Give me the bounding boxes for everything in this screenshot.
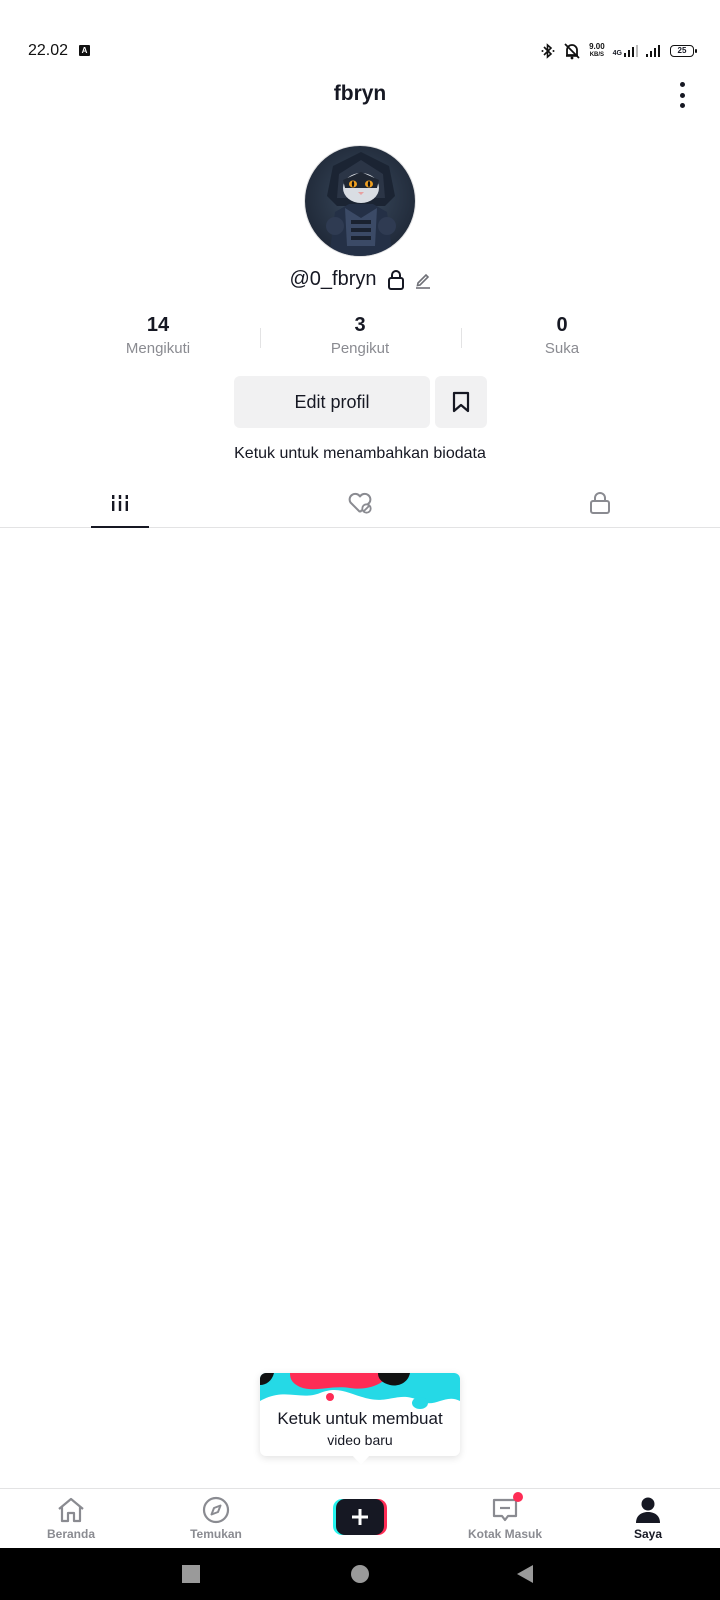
tooltip-arrow [352, 1455, 370, 1465]
notification-dot [513, 1492, 523, 1502]
tab-private[interactable] [540, 478, 660, 528]
likes-label: Suka [544, 340, 580, 357]
nav-discover[interactable]: Temukan [161, 1495, 271, 1545]
system-nav-bar [0, 1548, 720, 1600]
bluetooth-icon [541, 43, 555, 59]
back-triangle-icon [517, 1565, 533, 1583]
profile-icon [633, 1495, 663, 1525]
dot [679, 103, 685, 108]
tab-videos[interactable] [60, 478, 180, 528]
add-bio-link[interactable]: Ketuk untuk menambahkan biodata [0, 445, 720, 463]
nav-discover-label: Temukan [190, 1527, 242, 1541]
followers-label: Pengikut [330, 340, 390, 357]
liked-hidden-icon [348, 492, 372, 514]
avatar[interactable] [304, 145, 416, 257]
tab-liked[interactable] [300, 478, 420, 528]
lock-icon [590, 492, 610, 514]
app-notification-icon: A [79, 45, 90, 56]
dot [679, 92, 685, 98]
videos-grid-icon [112, 495, 128, 511]
tooltip-subtitle: video baru [327, 1432, 393, 1448]
battery-icon: 25 [670, 45, 697, 57]
stat-followers[interactable]: 3 Pengikut [260, 314, 460, 357]
plus-icon [333, 1499, 387, 1535]
stat-likes[interactable]: 0 Suka [462, 314, 662, 357]
create-video-tooltip[interactable]: Ketuk untuk membuat video baru [260, 1373, 460, 1465]
profile-stats: 14 Mengikuti 3 Pengikut 0 Suka [0, 314, 720, 364]
back-button[interactable] [516, 1564, 534, 1589]
nav-inbox-label: Kotak Masuk [467, 1527, 543, 1541]
lock-icon [387, 269, 404, 290]
stat-following[interactable]: 14 Mengikuti [58, 314, 258, 357]
signal-icon [646, 45, 660, 57]
followers-count: 3 [354, 314, 366, 336]
tooltip-title: Ketuk untuk membuat [277, 1409, 443, 1428]
active-tab-indicator [91, 526, 149, 528]
tooltip-splash-art [260, 1373, 460, 1413]
following-count: 14 [146, 314, 170, 336]
home-button[interactable] [351, 1565, 369, 1583]
likes-count: 0 [556, 314, 568, 336]
bookmark-icon [452, 391, 470, 413]
net-speed: 9.00 KB/S [589, 42, 605, 59]
edit-profile-button[interactable]: Edit profil [234, 376, 430, 428]
home-icon [56, 1495, 86, 1525]
username-row: @0_fbryn [0, 268, 720, 291]
nav-profile-label: Saya [633, 1527, 663, 1541]
create-video-button[interactable] [333, 1499, 387, 1535]
mute-bell-icon [564, 43, 580, 60]
recents-button[interactable] [182, 1565, 200, 1583]
status-bar: 22.02 A 9.00 KB/S 4G 25 [0, 0, 720, 80]
avatar-cat-ninja-image [305, 146, 415, 256]
status-icons: 9.00 KB/S 4G 25 [541, 40, 697, 62]
following-label: Mengikuti [125, 340, 191, 357]
nav-home[interactable]: Beranda [16, 1495, 126, 1545]
page-title: fbryn [333, 82, 387, 105]
nav-inbox[interactable]: Kotak Masuk [450, 1492, 560, 1545]
more-options-button[interactable] [674, 82, 690, 108]
nav-profile[interactable]: Saya [593, 1495, 703, 1545]
bookmarks-button[interactable] [435, 376, 487, 428]
profile-tabs [0, 478, 720, 528]
inbox-icon [490, 1492, 523, 1525]
nav-home-label: Beranda [46, 1527, 96, 1541]
username: @0_fbryn [289, 268, 377, 290]
edit-pencil-icon[interactable] [415, 271, 431, 289]
dot [679, 82, 685, 87]
compass-icon [201, 1495, 231, 1525]
signal-4g-icon: 4G [613, 45, 638, 57]
status-time: 22.02 [28, 42, 69, 59]
